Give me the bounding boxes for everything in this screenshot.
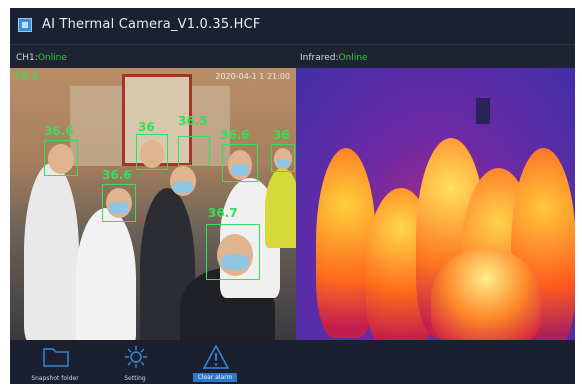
face-detection-box bbox=[136, 134, 168, 170]
person-silhouette bbox=[265, 168, 296, 248]
temperature-label: 36 bbox=[273, 128, 290, 142]
app-window: AI Thermal Camera_V1.0.35.HCF CH1:Online… bbox=[10, 8, 575, 384]
infrared-camera-view[interactable] bbox=[296, 68, 575, 340]
snapshot-folder-label: Snapshot folder bbox=[31, 375, 79, 382]
person-silhouette bbox=[24, 163, 79, 340]
corner-temperature: 29.4 bbox=[14, 70, 39, 83]
face-detection-box bbox=[271, 144, 295, 172]
channel-status-infrared: Infrared:Online bbox=[300, 48, 368, 68]
title-bar: AI Thermal Camera_V1.0.35.HCF bbox=[10, 8, 575, 45]
clear-alarm-label: Clear alarm bbox=[193, 373, 237, 382]
face bbox=[170, 166, 196, 196]
ch1-label: CH1: bbox=[16, 53, 38, 63]
infrared-status: Online bbox=[338, 53, 368, 63]
warning-icon bbox=[202, 344, 230, 369]
heat-signature bbox=[431, 248, 541, 340]
temperature-label: 36 bbox=[138, 120, 155, 134]
gear-icon bbox=[125, 346, 147, 368]
timestamp: 2020-04-1 1 21:00 bbox=[215, 72, 290, 81]
temperature-label: 36.6 bbox=[220, 128, 250, 142]
face-detection-box bbox=[206, 224, 260, 280]
visible-camera-view[interactable]: 29.4 2020-04-1 1 21:00 36.6 36 36.5 36.6… bbox=[10, 68, 296, 340]
temperature-label: 36.6 bbox=[44, 124, 74, 138]
app-icon bbox=[18, 18, 32, 32]
setting-label: Setting bbox=[124, 375, 146, 382]
person-silhouette bbox=[76, 208, 136, 340]
temperature-label: 36.6 bbox=[102, 168, 132, 182]
face-detection-box bbox=[102, 184, 136, 222]
window-title: AI Thermal Camera_V1.0.35.HCF bbox=[42, 17, 261, 32]
folder-icon bbox=[43, 348, 69, 367]
background-object bbox=[476, 98, 490, 124]
temperature-label: 36.7 bbox=[208, 206, 238, 220]
clear-alarm-button[interactable]: Clear alarm bbox=[180, 342, 250, 384]
ch1-status: Online bbox=[37, 53, 67, 63]
face-mask bbox=[173, 181, 193, 193]
temperature-label: 36.5 bbox=[178, 114, 208, 128]
setting-button[interactable]: Setting bbox=[100, 342, 170, 384]
face-detection-box bbox=[178, 136, 210, 166]
face-detection-box bbox=[44, 140, 78, 176]
channel-status-ch1: CH1:Online bbox=[16, 48, 67, 68]
infrared-label: Infrared: bbox=[300, 53, 339, 63]
bottom-toolbar: Snapshot folder Setting Clear alarm bbox=[10, 340, 575, 384]
snapshot-folder-button[interactable]: Snapshot folder bbox=[20, 342, 90, 384]
face-detection-box bbox=[222, 144, 258, 182]
